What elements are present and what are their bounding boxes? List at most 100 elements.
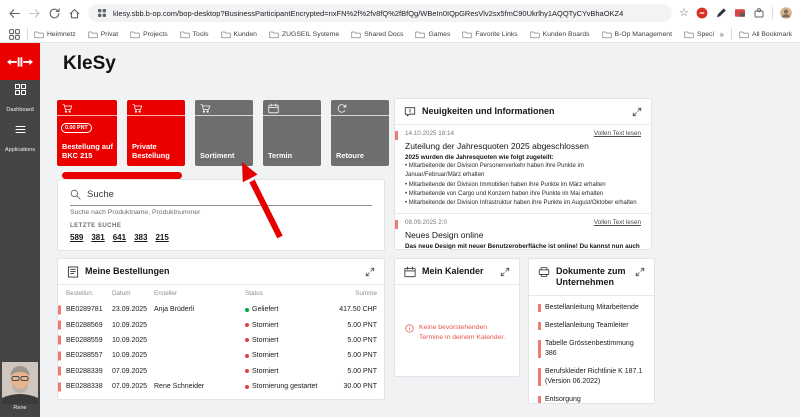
bookmark-folder[interactable]: Shared Docs	[351, 30, 403, 39]
divider	[731, 28, 732, 40]
bookmark-label: Kunden Boards	[543, 31, 590, 38]
calendar-empty-state: Keine bevorstehenden Termine in deinem K…	[395, 285, 519, 343]
bookmark-folder[interactable]: Kunden	[221, 30, 257, 39]
bookmarks-overflow-chevron[interactable]: »	[720, 30, 724, 39]
sidebar-item-dashboard[interactable]: Dashboard	[0, 83, 40, 116]
profile-avatar[interactable]	[780, 7, 792, 19]
search-input[interactable]: Suche	[70, 189, 372, 206]
tiles-scrollbar[interactable]	[62, 172, 182, 179]
status-dot	[245, 385, 249, 389]
tile-label: Termin	[268, 151, 319, 161]
bookmark-folder[interactable]: Tools	[180, 30, 209, 39]
tile-sortiment[interactable]: Sortiment	[195, 100, 253, 166]
sbb-logo-icon	[7, 57, 33, 67]
bookmark-folder[interactable]: Special APIs	[684, 30, 714, 39]
bookmark-label: Games	[428, 31, 450, 38]
news-bullet: • Mitarbeitende der Division Immobilien …	[405, 181, 641, 190]
read-more-link[interactable]: Vollen Text lesen	[594, 219, 641, 226]
sidebar-item-applications[interactable]: Applications	[0, 123, 40, 156]
tile-label: Sortiment	[200, 151, 251, 161]
bookmarks-bar: Heimnetz Privat Projects Tools Kunden ZUGSEIL…	[0, 26, 800, 43]
info-icon	[405, 324, 414, 333]
order-id: BE0288569	[66, 322, 112, 329]
expand-icon[interactable]	[500, 267, 510, 277]
document-link[interactable]: Bestellanleitung Mitarbeitende	[538, 302, 645, 314]
folder-icon	[602, 30, 612, 39]
table-row[interactable]: BE028856910.09.2025Storniert5.00 PNT	[58, 317, 384, 332]
status-dot	[245, 323, 249, 327]
order-status: Stornierung gestartet	[245, 383, 322, 390]
order-sum: 5.00 PNT	[322, 368, 377, 375]
tile-bestellung-auf-bkc-215[interactable]: 0.00 PNTBestellung auf BKC 215	[57, 100, 117, 166]
orders-title: Meine Bestellungen	[85, 266, 359, 277]
app-sidebar: Dashboard Applications Rene	[0, 43, 40, 417]
expand-icon[interactable]	[365, 267, 375, 277]
order-date: 10.09.2025	[112, 337, 154, 344]
orders-card: Meine Bestellungen Bestellun.DatumErstel…	[57, 258, 385, 400]
document-link[interactable]: Entsorgung	[538, 394, 645, 404]
table-row[interactable]: BE028855710.09.2025Storniert5.00 PNT	[58, 348, 384, 363]
order-id: BE0288339	[66, 368, 112, 375]
bookmark-folder[interactable]: ZUGSEIL Systeme	[269, 30, 339, 39]
news-item-lead: Das neue Design mit neuer Benutzeroberfl…	[405, 243, 641, 250]
document-link[interactable]: Bestellanleitung Teamleiter	[538, 320, 645, 332]
news-bubble-icon	[404, 106, 416, 118]
bookmark-folder[interactable]: Heimnetz	[34, 30, 76, 39]
bookmark-label: Projects	[143, 31, 168, 38]
tile-private-bestellung[interactable]: Private Bestellung	[127, 100, 185, 166]
table-row[interactable]: BE028833807.09.2025Rene SchneiderStornie…	[58, 379, 384, 394]
document-link[interactable]: Tabelle Grössenbestimmung 386	[538, 338, 645, 360]
bookmark-folder[interactable]: Privat	[88, 30, 118, 39]
divider	[27, 28, 28, 40]
order-date: 10.09.2025	[112, 352, 154, 359]
site-tiles-icon[interactable]	[97, 8, 107, 18]
bookmark-star-icon[interactable]: ☆	[679, 8, 689, 19]
address-bar[interactable]: klesy.sbb.b-op.com/bop-desktop?BusinessP…	[88, 4, 672, 22]
bookmark-folder[interactable]: Projects	[130, 30, 168, 39]
recent-search-link[interactable]: 589	[70, 233, 83, 242]
return-icon	[336, 103, 347, 114]
tab-groups-icon[interactable]	[8, 28, 21, 41]
search-placeholder: Suche	[87, 189, 114, 200]
sbb-logo[interactable]	[0, 43, 40, 80]
extension-recorder-icon[interactable]	[734, 7, 746, 19]
extension-pen-icon[interactable]	[715, 7, 727, 19]
bookmark-folder[interactable]: Games	[415, 30, 450, 39]
calendar-title: Mein Kalender	[422, 266, 494, 277]
bookmark-folder[interactable]: B-Op Management	[602, 30, 672, 39]
order-id: BE0288559	[66, 337, 112, 344]
url-text[interactable]: klesy.sbb.b-op.com/bop-desktop?BusinessP…	[113, 9, 623, 18]
extension-red-icon[interactable]	[696, 7, 708, 19]
read-more-link[interactable]: Vollen Text lesen	[594, 130, 641, 137]
news-item: 14.10.2025 18:14Vollen Text lesenZuteilu…	[395, 125, 651, 213]
document-link[interactable]: Berufskleider Richtlinie K 187.1 (Versio…	[538, 366, 645, 388]
tile-retoure[interactable]: Retoure	[331, 100, 389, 166]
order-id: BE0288338	[66, 383, 112, 390]
forward-icon[interactable]	[28, 7, 41, 20]
order-sum: 417.50 CHF	[322, 306, 377, 313]
tile-termin[interactable]: Termin	[263, 100, 321, 166]
bookmark-folder[interactable]: Kunden Boards	[530, 30, 590, 39]
user-avatar[interactable]: Rene	[2, 362, 38, 411]
bookmark-label: Favorite Links	[475, 31, 517, 38]
reload-icon[interactable]	[48, 7, 61, 20]
recent-search-link[interactable]: 383	[134, 233, 147, 242]
expand-icon[interactable]	[635, 267, 645, 277]
bookmark-folder[interactable]: Favorite Links	[462, 30, 517, 39]
bookmark-label: Heimnetz	[47, 31, 76, 38]
recent-search-link[interactable]: 641	[113, 233, 126, 242]
expand-icon[interactable]	[632, 107, 642, 117]
recent-search-link[interactable]: 215	[155, 233, 168, 242]
dashboard-grid-icon	[14, 83, 27, 96]
extensions-puzzle-icon[interactable]	[753, 7, 765, 19]
table-row[interactable]: BE028978123.09.2025Anja BrüderliGeliefer…	[58, 302, 384, 317]
home-icon[interactable]	[68, 7, 81, 20]
table-row[interactable]: BE028833907.09.2025Storniert5.00 PNT	[58, 364, 384, 379]
all-bookmarks[interactable]: All Bookmark	[739, 30, 792, 39]
back-icon[interactable]	[8, 7, 21, 20]
status-dot	[245, 354, 249, 358]
recent-search-link[interactable]: 381	[91, 233, 104, 242]
order-date: 10.09.2025	[112, 322, 154, 329]
table-row[interactable]: BE028855910.09.2025Storniert5.00 PNT	[58, 333, 384, 348]
folder-icon	[269, 30, 279, 39]
